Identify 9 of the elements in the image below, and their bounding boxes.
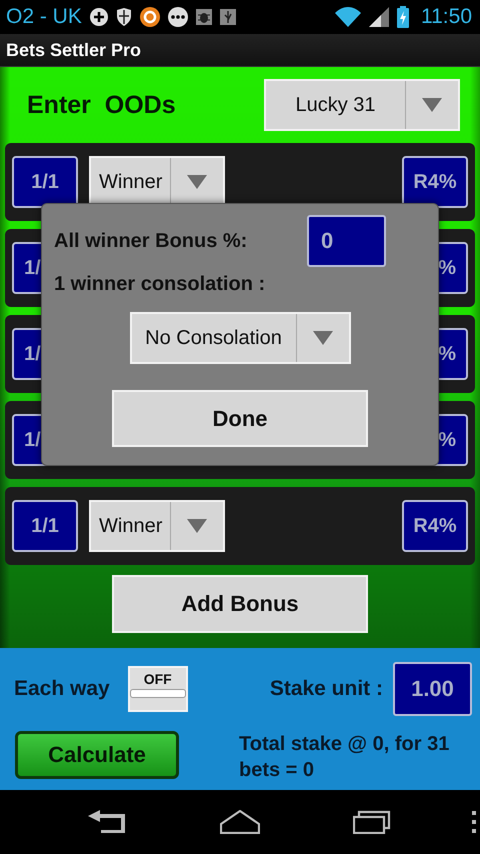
stake-unit-label: Stake unit : [270,677,383,701]
clock: 11:50 [421,5,472,29]
bonus-label: All winner Bonus %: [54,230,248,252]
consolation-label: 1 winner consolation : [54,272,266,296]
section-heading: Enter OODs [27,90,176,120]
each-way-label: Each way [14,677,110,701]
total-stake-text: Total stake @ 0, for 31 bets = 0 [239,732,450,783]
carrier-name: O2 - UK [6,5,82,29]
app-title: Bets Settler Pro [6,40,142,60]
